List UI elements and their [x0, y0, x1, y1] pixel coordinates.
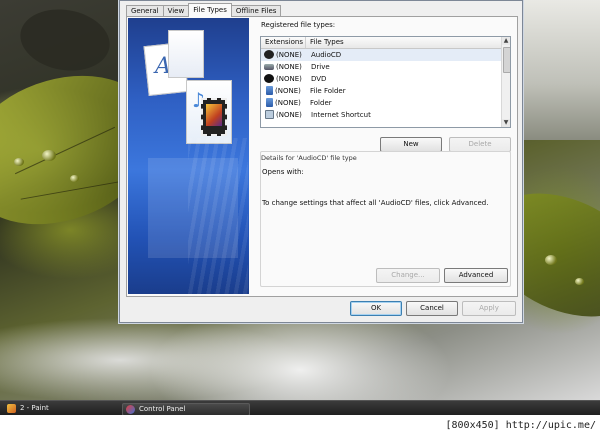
delete-button[interactable]: Delete	[449, 137, 511, 152]
taskbar: 2 - Paint Control Panel	[0, 400, 600, 416]
cd-icon	[264, 50, 274, 59]
water-drop	[70, 175, 79, 182]
row-extension: (NONE)	[276, 51, 302, 59]
file-types-illustration: A ♪	[128, 18, 249, 294]
illustration-stripes	[188, 138, 248, 294]
taskbar-item-label: Control Panel	[139, 405, 186, 413]
advanced-button[interactable]: Advanced	[444, 268, 508, 283]
registered-file-types-label: Registered file types:	[261, 21, 336, 29]
taskbar-item-label: 2 - Paint	[20, 404, 49, 412]
folder-icon	[266, 86, 273, 95]
row-file-type: AudioCD	[311, 51, 342, 59]
wallpaper-light-area	[520, 0, 600, 140]
row-file-type: Drive	[311, 63, 330, 71]
list-item[interactable]: (NONE) Internet Shortcut	[261, 109, 501, 121]
details-title: Details for 'AudioCD' file type	[261, 154, 357, 162]
change-button[interactable]: Change...	[376, 268, 440, 283]
list-item[interactable]: (NONE) File Folder	[261, 85, 501, 97]
new-button[interactable]: New	[380, 137, 442, 152]
column-file-types[interactable]: File Types	[306, 37, 500, 48]
dark-leaf	[15, 2, 115, 78]
scroll-thumb[interactable]	[503, 47, 510, 73]
dvd-icon	[264, 74, 274, 83]
column-extensions[interactable]: Extensions	[261, 37, 306, 48]
row-file-type: DVD	[311, 75, 327, 83]
advanced-description: To change settings that affect all 'Audi…	[262, 199, 489, 207]
file-types-panel: A ♪ Registered file types: Extensions Fi…	[126, 16, 518, 297]
row-file-type: Internet Shortcut	[311, 111, 371, 119]
water-drop	[14, 158, 24, 166]
water-drop	[545, 255, 557, 265]
watermark-credit: [800x450] http://upic.me/	[445, 420, 596, 431]
row-extension: (NONE)	[275, 99, 301, 107]
taskbar-item-paint[interactable]: 2 - Paint	[4, 403, 120, 414]
water-drop	[575, 278, 584, 285]
file-types-list[interactable]: Extensions File Types (NONE) AudioCD (NO…	[260, 36, 511, 128]
drive-icon	[264, 64, 274, 70]
apply-button[interactable]: Apply	[462, 301, 516, 316]
folder-icon	[266, 98, 273, 107]
list-item[interactable]: (NONE) DVD	[261, 73, 501, 85]
film-frame-icon	[206, 104, 222, 126]
scroll-up-icon[interactable]: ▲	[502, 37, 510, 45]
control-panel-icon	[126, 405, 135, 414]
folder-options-dialog: General View File Types Offline Files A …	[119, 0, 523, 323]
list-item[interactable]: (NONE) AudioCD	[261, 49, 501, 61]
list-item[interactable]: (NONE) Folder	[261, 97, 501, 109]
opens-with-label: Opens with:	[262, 168, 304, 176]
paint-icon	[7, 404, 16, 413]
row-extension: (NONE)	[275, 87, 301, 95]
row-extension: (NONE)	[276, 111, 302, 119]
list-scrollbar[interactable]: ▲ ▼	[501, 37, 510, 127]
row-file-type: File Folder	[310, 87, 346, 95]
row-extension: (NONE)	[276, 75, 302, 83]
list-item[interactable]: (NONE) Drive	[261, 61, 501, 73]
row-extension: (NONE)	[276, 63, 302, 71]
list-header: Extensions File Types	[261, 37, 501, 49]
ok-button[interactable]: OK	[350, 301, 402, 316]
row-file-type: Folder	[310, 99, 332, 107]
water-drop	[42, 150, 56, 161]
document-icon	[168, 30, 204, 78]
shortcut-icon	[265, 110, 274, 119]
scroll-down-icon[interactable]: ▼	[502, 119, 510, 127]
cancel-button[interactable]: Cancel	[406, 301, 458, 316]
tab-file-types[interactable]: File Types	[188, 3, 232, 17]
